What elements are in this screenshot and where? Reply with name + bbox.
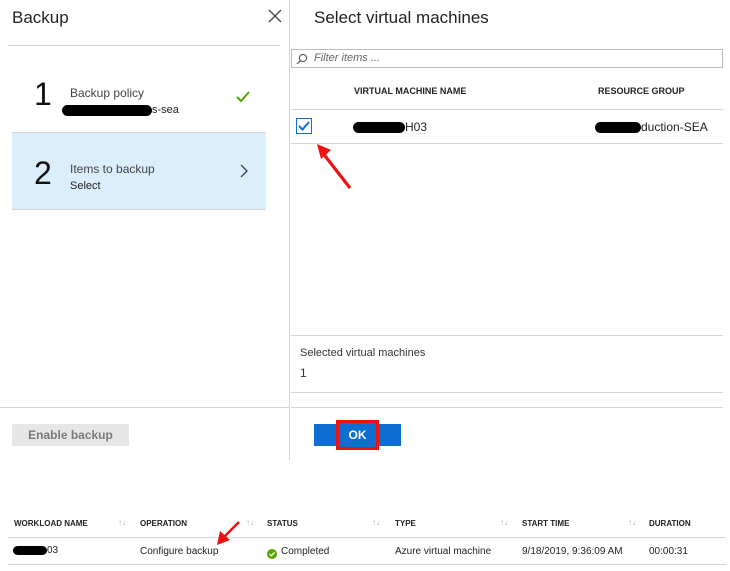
search-icon (296, 52, 308, 70)
redacted-text (13, 545, 47, 555)
divider (8, 45, 280, 46)
step-number: 2 (34, 155, 52, 191)
panel-separator (289, 0, 290, 460)
footer-divider (291, 407, 723, 408)
sort-icon[interactable]: ↑↓ (372, 518, 380, 527)
step-title: Items to backup (70, 162, 155, 176)
operation: Configure backup (140, 546, 219, 557)
start-time: 9/18/2019, 9:36:09 AM (522, 546, 623, 557)
sort-icon[interactable]: ↑↓ (246, 518, 254, 527)
divider (291, 335, 723, 336)
column-header-operation[interactable]: OPERATION (140, 519, 187, 528)
step-title: Backup policy (70, 86, 145, 100)
vm-checkbox[interactable] (296, 118, 312, 134)
column-header-type[interactable]: TYPE (395, 519, 416, 528)
vm-name: H03 (353, 120, 427, 134)
selected-label: Selected virtual machines (300, 347, 426, 359)
ok-button[interactable]: OK (336, 420, 379, 450)
step-number: 1 (34, 76, 52, 112)
filter-input[interactable]: Filter items ... (314, 52, 380, 64)
table-row[interactable]: 03 Configure backup Completed Azure virt… (0, 538, 730, 564)
column-header-start-time[interactable]: START TIME (522, 519, 569, 528)
table-row[interactable]: H03 duction-SEA (291, 110, 723, 143)
workload-name: 03 (13, 545, 58, 556)
step-subtitle: s-sea (62, 104, 179, 116)
sort-icon[interactable]: ↑↓ (118, 518, 126, 527)
checkmark-icon (236, 90, 250, 108)
column-header-vm-name[interactable]: VIRTUAL MACHINE NAME (354, 86, 466, 96)
column-header-workload[interactable]: WORKLOAD NAME (14, 519, 88, 528)
sort-icon[interactable]: ↑↓ (628, 518, 636, 527)
redacted-text (353, 122, 405, 134)
redacted-text (595, 122, 641, 134)
status: Completed (281, 546, 330, 557)
footer-divider (0, 407, 289, 408)
column-header-resource-group[interactable]: RESOURCE GROUP (598, 86, 685, 96)
vm-panel-title: Select virtual machines (314, 8, 489, 27)
enable-backup-button[interactable]: Enable backup (12, 424, 129, 446)
column-header-duration[interactable]: DURATION (649, 519, 691, 528)
duration: 00:00:31 (649, 546, 688, 557)
divider (12, 209, 266, 210)
filter-box[interactable]: Filter items ... (291, 49, 723, 68)
success-icon (267, 546, 277, 564)
type: Azure virtual machine (395, 546, 492, 557)
divider (291, 392, 723, 393)
annotation-arrow (312, 140, 356, 199)
step-backup-policy[interactable]: 1 Backup policy s-sea (12, 58, 266, 132)
resource-group: duction-SEA (595, 120, 708, 134)
backup-panel-title: Backup (12, 8, 69, 27)
step-items-to-backup[interactable]: 2 Items to backup Select (12, 133, 266, 209)
checkmark-icon (298, 121, 310, 131)
close-icon[interactable] (266, 7, 284, 25)
divider (8, 564, 726, 565)
redacted-text (62, 104, 152, 116)
annotation-arrow (214, 520, 242, 553)
selected-count: 1 (300, 366, 307, 380)
step-subtitle: Select (70, 180, 101, 192)
column-header-status[interactable]: STATUS (267, 519, 298, 528)
chevron-right-icon (240, 164, 248, 183)
sort-icon[interactable]: ↑↓ (500, 518, 508, 527)
